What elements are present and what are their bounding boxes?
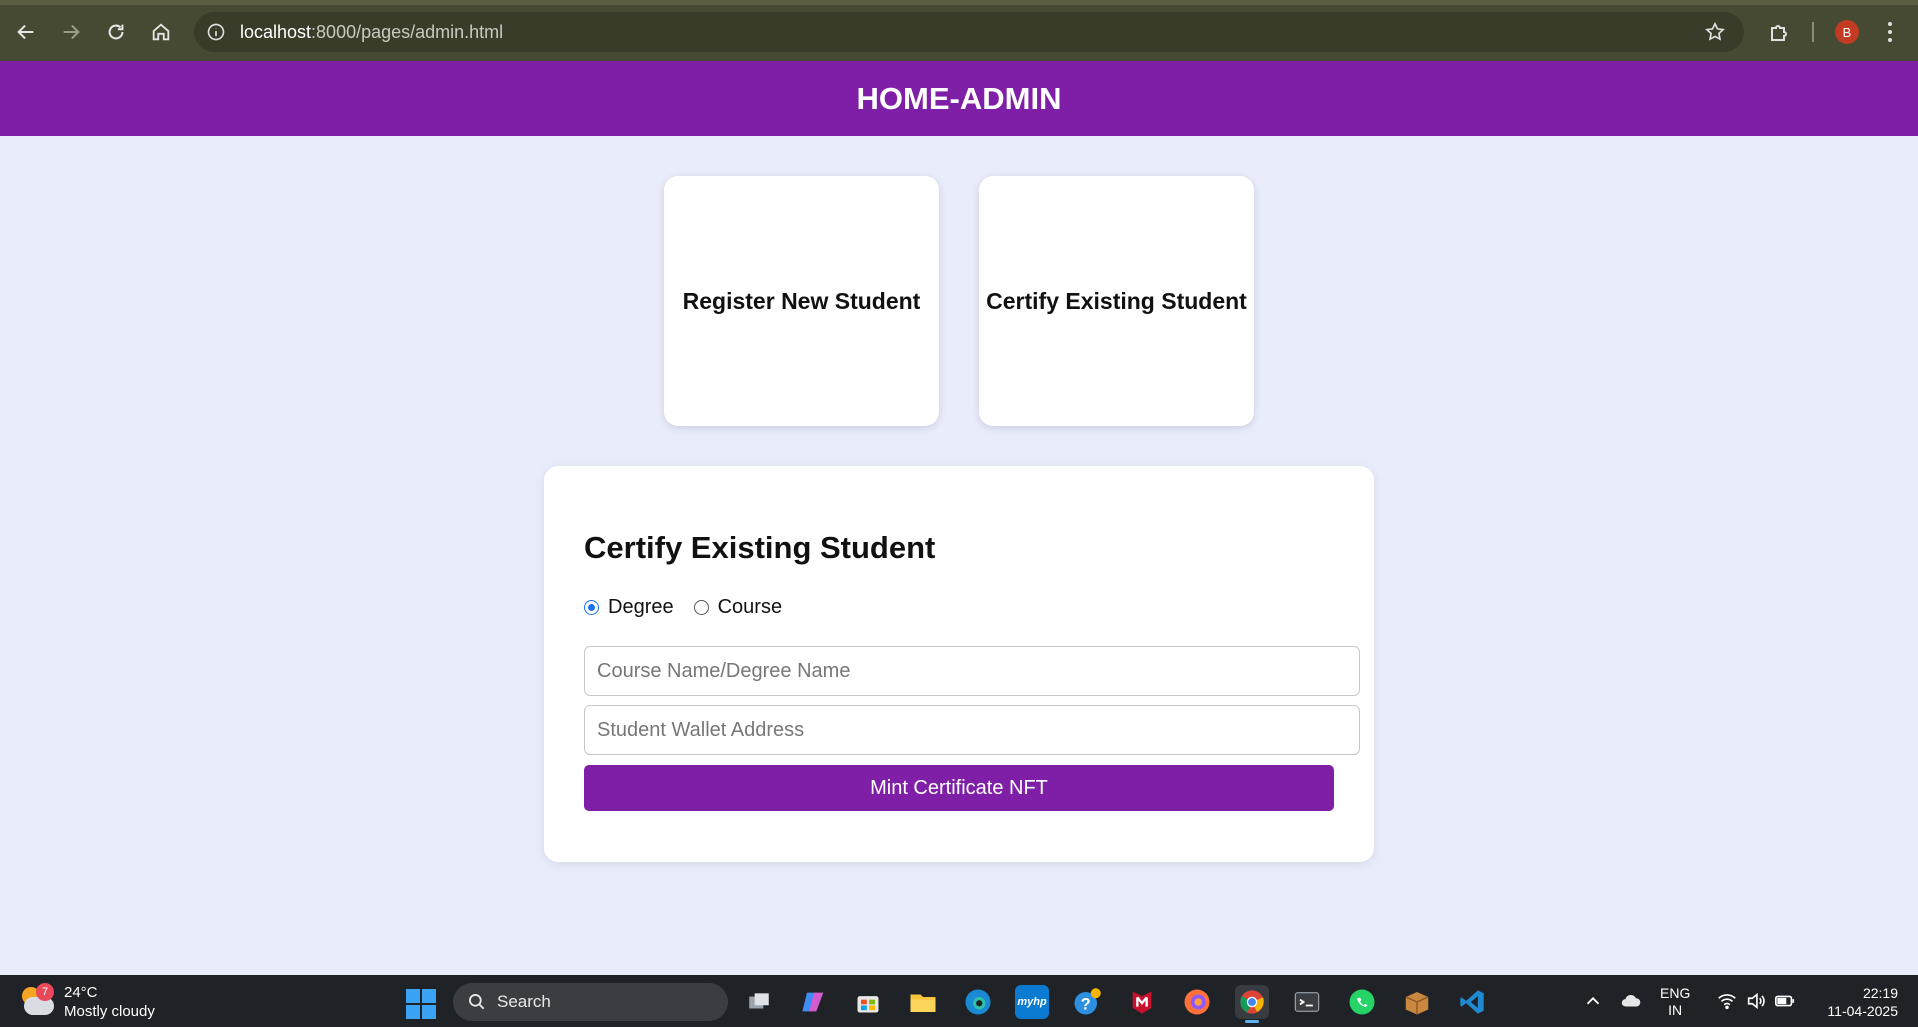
chrome-icon[interactable] <box>1235 985 1269 1023</box>
help-icon[interactable]: ? <box>1070 985 1104 1019</box>
weather-desc: Mostly cloudy <box>64 1003 155 1020</box>
microsoft-store-icon[interactable] <box>851 985 885 1019</box>
address-bar[interactable]: localhost:8000/pages/admin.html <box>194 12 1744 52</box>
volume-icon[interactable] <box>1745 975 1767 1027</box>
vscode-icon[interactable] <box>1455 985 1489 1019</box>
url-path: :8000/pages/admin.html <box>311 22 504 42</box>
home-icon[interactable] <box>147 18 175 46</box>
show-hidden-icons[interactable] <box>1582 975 1604 1027</box>
copilot-icon[interactable] <box>797 985 831 1019</box>
package-icon[interactable] <box>1400 985 1434 1019</box>
extensions-icon[interactable] <box>1768 20 1792 44</box>
chevron-up-icon[interactable] <box>1582 990 1604 1012</box>
certify-form-panel: Certify Existing Student Degree Course M… <box>544 466 1374 862</box>
url-host: localhost <box>240 22 312 42</box>
tab-strip <box>0 0 1918 5</box>
degree-radio-label[interactable]: Degree <box>608 596 674 619</box>
file-explorer-icon[interactable] <box>906 985 940 1019</box>
weather-cloud-icon: 7 <box>20 983 56 1019</box>
register-student-card[interactable]: Register New Student <box>664 176 939 426</box>
site-info-icon[interactable] <box>206 22 226 42</box>
back-icon[interactable] <box>12 18 40 46</box>
bookmark-star-icon[interactable] <box>1704 21 1726 43</box>
certificate-type-group: Degree Course <box>584 596 802 619</box>
mcafee-icon[interactable] <box>1125 985 1159 1019</box>
onedrive-icon[interactable] <box>1620 975 1642 1027</box>
degree-radio[interactable] <box>584 600 599 615</box>
windows-start-icon[interactable] <box>406 989 436 1019</box>
page-title: HOME-ADMIN <box>856 80 1062 116</box>
reload-icon[interactable] <box>102 18 130 46</box>
course-radio[interactable] <box>693 600 709 615</box>
browser-toolbar: localhost:8000/pages/admin.html B <box>0 0 1918 61</box>
wallet-address-input[interactable] <box>584 705 1360 755</box>
firefox-icon[interactable] <box>1180 985 1214 1019</box>
certify-student-card[interactable]: Certify Existing Student <box>979 176 1254 426</box>
windows-taskbar: 7 24°C Mostly cloudy Search myhp ? ENG I… <box>0 975 1918 1027</box>
certify-student-label: Certify Existing Student <box>986 287 1247 314</box>
taskbar-search[interactable]: Search <box>453 983 728 1021</box>
course-radio-label[interactable]: Course <box>718 596 782 619</box>
myhp-icon[interactable]: myhp <box>1015 985 1049 1019</box>
toolbar-divider <box>1812 22 1814 42</box>
wifi-icon[interactable] <box>1716 975 1738 1027</box>
region-code: IN <box>1668 1002 1683 1018</box>
language-indicator[interactable]: ENG IN <box>1660 985 1690 1019</box>
course-name-input[interactable] <box>584 646 1360 696</box>
search-label: Search <box>497 992 551 1011</box>
url-text: localhost:8000/pages/admin.html <box>240 22 503 43</box>
weather-temp: 24°C <box>64 984 98 1001</box>
weather-widget[interactable]: 7 24°C Mostly cloudy <box>20 983 155 1021</box>
terminal-icon[interactable] <box>1290 985 1324 1019</box>
svg-text:?: ? <box>1081 996 1091 1014</box>
weather-badge: 7 <box>36 983 54 1001</box>
mint-certificate-button[interactable]: Mint Certificate NFT <box>584 765 1334 811</box>
browser-menu-icon[interactable] <box>1880 18 1900 46</box>
clock-time: 22:19 <box>1862 985 1898 1001</box>
battery-icon[interactable] <box>1774 975 1796 1027</box>
system-clock[interactable]: 22:19 11-04-2025 <box>1827 984 1898 1020</box>
edge-icon[interactable] <box>961 985 995 1019</box>
profile-avatar[interactable]: B <box>1835 20 1859 44</box>
app-header: HOME-ADMIN <box>0 61 1918 136</box>
language-code: ENG <box>1660 985 1691 1001</box>
clock-date: 11-04-2025 <box>1827 1003 1898 1019</box>
register-student-label: Register New Student <box>682 287 921 314</box>
forward-icon[interactable] <box>57 18 85 46</box>
form-title: Certify Existing Student <box>584 530 936 565</box>
whatsapp-icon[interactable] <box>1345 985 1379 1019</box>
search-icon <box>469 994 485 1010</box>
task-view-icon[interactable] <box>742 985 776 1019</box>
